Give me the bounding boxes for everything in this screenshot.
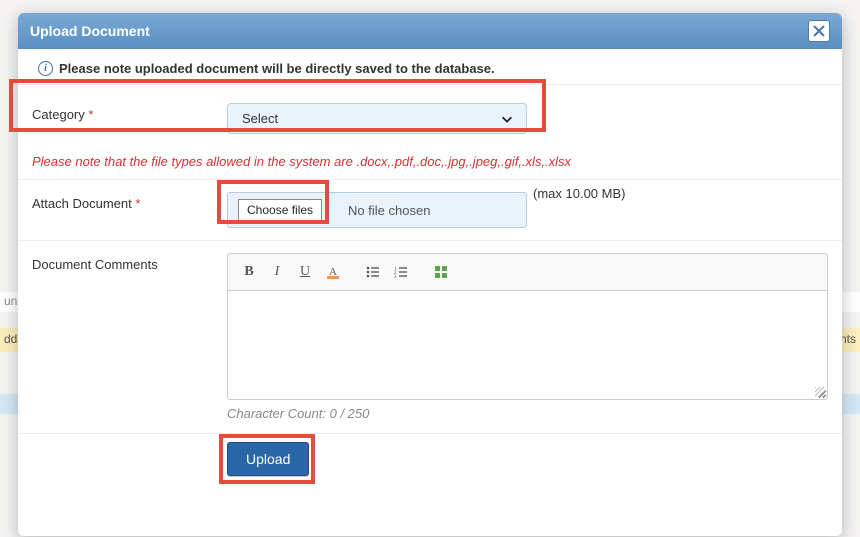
comments-row: Document Comments B I U A [18, 240, 842, 433]
attach-label: Attach Document [32, 196, 132, 211]
required-marker: * [88, 107, 93, 122]
resize-handle[interactable] [815, 387, 825, 397]
upload-document-modal: Upload Document i Please note uploaded d… [18, 13, 842, 536]
file-status: No file chosen [348, 203, 430, 218]
close-button[interactable] [808, 20, 830, 42]
comments-editor[interactable] [227, 290, 828, 400]
max-size-note: (max 10.00 MB) [533, 186, 625, 201]
bullet-list-button[interactable] [360, 260, 386, 284]
notice-text: Please note uploaded document will be di… [59, 61, 495, 76]
bg-row-left: dd [4, 332, 17, 346]
file-input[interactable]: Choose files No file chosen [227, 192, 527, 228]
char-count: Character Count: 0 / 250 [227, 406, 828, 421]
modal-header: Upload Document [18, 13, 842, 49]
category-label: Category [32, 107, 85, 122]
bold-button[interactable]: B [236, 260, 262, 284]
italic-button[interactable]: I [264, 260, 290, 284]
underline-button[interactable]: U [292, 260, 318, 284]
fullscreen-button[interactable] [428, 260, 454, 284]
close-icon [812, 24, 826, 38]
ordered-list-icon: 1 2 3 [393, 264, 409, 280]
editor-toolbar: B I U A [227, 253, 828, 290]
required-marker: * [135, 196, 140, 211]
category-row: Category * Select [18, 84, 842, 152]
chevron-down-icon [500, 112, 514, 126]
category-select[interactable]: Select [227, 103, 527, 134]
modal-title: Upload Document [30, 23, 150, 39]
submit-row: Upload [18, 433, 842, 536]
font-color-button[interactable]: A [320, 260, 346, 284]
ordered-list-button[interactable]: 1 2 3 [388, 260, 414, 284]
filetypes-note: Please note that the file types allowed … [18, 152, 842, 179]
font-color-icon: A [325, 264, 341, 280]
comments-label: Document Comments [32, 257, 158, 272]
upload-button[interactable]: Upload [227, 442, 309, 476]
info-icon: i [38, 61, 53, 76]
choose-files-button[interactable]: Choose files [238, 199, 322, 221]
attach-row: Attach Document * Choose files No file c… [18, 179, 842, 240]
save-notice: i Please note uploaded document will be … [18, 49, 842, 84]
category-selected-value: Select [242, 111, 278, 126]
fullscreen-icon [433, 264, 449, 280]
svg-text:3: 3 [394, 275, 397, 280]
bullet-list-icon [365, 264, 381, 280]
